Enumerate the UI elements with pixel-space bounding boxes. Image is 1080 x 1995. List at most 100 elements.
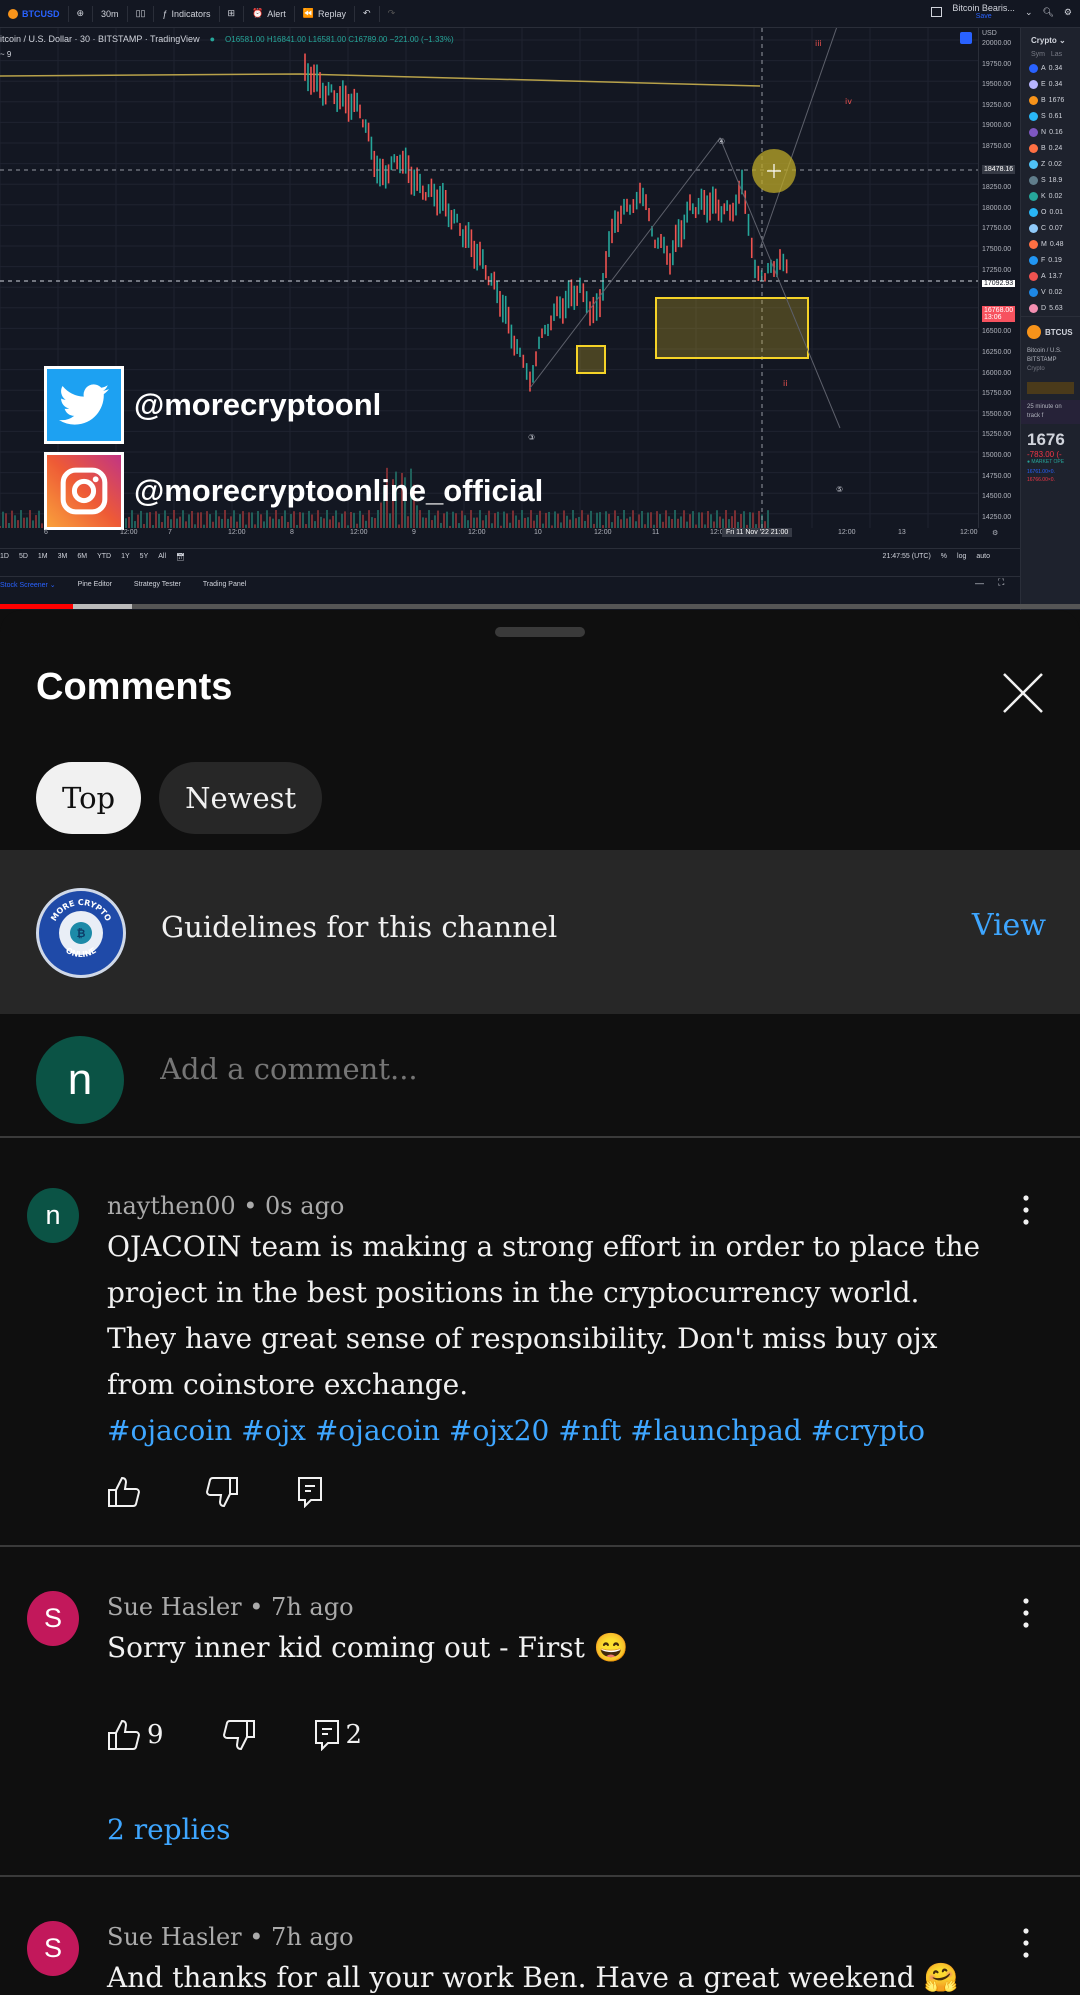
range-button-6m[interactable]: 6M (77, 553, 87, 560)
watchlist-row[interactable]: K 0.02 (1021, 188, 1080, 204)
interval-button[interactable]: 30m (93, 5, 128, 22)
time-tick-label: 8 (290, 529, 294, 536)
channel-guidelines[interactable]: ₿ MORE CRYPTO ONLINE Guidelines for this… (0, 850, 1080, 1014)
sort-top-chip[interactable]: Top (36, 762, 142, 834)
reply-button[interactable] (297, 1476, 329, 1508)
watchlist-row[interactable]: A 13.7 (1021, 268, 1080, 284)
watchlist-row[interactable]: F 0.19 (1021, 252, 1080, 268)
watchlist-row[interactable]: E 0.34 (1021, 76, 1080, 92)
auto-scale-icon[interactable] (960, 32, 972, 44)
news-snippet[interactable]: 25 minute on track f (1021, 400, 1080, 424)
log-scale-toggle[interactable]: log (957, 553, 966, 560)
add-symbol-button[interactable]: ⊕ (69, 5, 94, 22)
close-icon (1003, 673, 1043, 713)
like-button[interactable] (107, 1476, 147, 1508)
add-comment-input[interactable] (160, 1052, 1020, 1086)
gear-icon[interactable]: ⚙ (1064, 7, 1072, 18)
watchlist-row[interactable]: Z 0.02 (1021, 156, 1080, 172)
col-symbol[interactable]: Sym (1031, 51, 1045, 58)
instagram-icon (44, 452, 124, 530)
range-button-1d[interactable]: 1D (0, 553, 9, 560)
replay-button[interactable]: ⏪ Replay (295, 5, 356, 22)
layout-name-button[interactable]: Bitcoin Bearis... Save (952, 4, 1015, 21)
auto-scale-toggle[interactable]: auto (976, 553, 990, 560)
symbol-button[interactable]: BTCUSD (0, 5, 69, 22)
comment-more-button[interactable] (1018, 1595, 1034, 1631)
watchlist-row[interactable]: D 5.63 (1021, 300, 1080, 316)
comment-more-button[interactable] (1018, 1925, 1034, 1961)
alert-banner[interactable] (1027, 382, 1074, 394)
col-last[interactable]: Las (1051, 51, 1062, 58)
sort-newest-chip[interactable]: Newest (159, 762, 323, 834)
currency-label[interactable]: USD (982, 30, 997, 37)
watchlist-row[interactable]: N 0.16 (1021, 124, 1080, 140)
close-button[interactable] (1000, 670, 1046, 716)
range-button-ytd[interactable]: YTD (97, 553, 111, 560)
watchlist-row[interactable]: B 0.24 (1021, 140, 1080, 156)
watchlist-symbol: K (1041, 192, 1046, 200)
watchlist-symbol: S (1041, 176, 1046, 184)
price-tick-label: 19250.00 (982, 101, 1012, 109)
bottom-tab-pine-editor[interactable]: Pine Editor (78, 581, 112, 588)
templates-button[interactable]: ⊞ (220, 5, 245, 22)
dislike-button[interactable] (205, 1476, 239, 1508)
bottom-panel-tabs: Stock Screener ⌄ Pine Editor Strategy Test… (0, 576, 1020, 592)
watchlist-row[interactable]: S 18.9 (1021, 172, 1080, 188)
indicators-button[interactable]: ƒ Indicators (154, 5, 220, 22)
watchlist-row[interactable]: M 0.48 (1021, 236, 1080, 252)
drag-handle[interactable] (495, 627, 585, 637)
undo-button[interactable]: ↶ (355, 5, 380, 22)
comment-more-button[interactable] (1018, 1192, 1034, 1228)
watchlist-row[interactable]: A 0.34 (1021, 60, 1080, 76)
chart-type-button[interactable]: ▯▯ (128, 5, 155, 22)
comment-avatar[interactable]: S (27, 1591, 79, 1646)
guidelines-text: Guidelines for this channel (161, 910, 558, 944)
range-button-1y[interactable]: 1Y (121, 553, 130, 560)
minimize-icon[interactable]: — (975, 578, 984, 588)
maximize-icon[interactable]: ⛶ (998, 577, 1004, 588)
search-icon[interactable]: 🔍︎ (1042, 7, 1053, 18)
comment-avatar[interactable]: n (27, 1188, 79, 1243)
range-button-3m[interactable]: 3M (58, 553, 68, 560)
comment-avatar[interactable]: S (27, 1921, 79, 1976)
utc-clock[interactable]: 21:47:55 (UTC) (883, 553, 931, 560)
bottom-tab-trading-panel[interactable]: Trading Panel (203, 581, 246, 588)
watchlist-row[interactable]: O 0.01 (1021, 204, 1080, 220)
price-axis[interactable]: USD 20000.00 19750.00 19500.00 19250.00 1900… (978, 28, 1020, 528)
alert-button[interactable]: ⏰ Alert (244, 5, 295, 22)
range-button-5d[interactable]: 5D (19, 553, 28, 560)
time-axis[interactable]: 6 12:00 7 12:00 8 12:00 9 12:00 10 12:00 11 12:0 12:… (0, 528, 1020, 542)
axis-settings-icon[interactable]: ⚙ (992, 529, 998, 537)
watchlist-row[interactable]: B 1676 (1021, 92, 1080, 108)
video-player[interactable]: BTCUSD ⊕ 30m ▯▯ ƒ Indicators ⊞ ⏰ Alert ⏪… (0, 0, 1080, 610)
redo-button[interactable]: ↷ (380, 6, 404, 22)
range-button-all[interactable]: All (158, 553, 166, 560)
like-button[interactable]: 9 (107, 1719, 164, 1751)
reply-button[interactable]: 2 (314, 1719, 362, 1751)
view-guidelines-button[interactable]: View (972, 908, 1046, 943)
dislike-button[interactable] (222, 1719, 256, 1751)
chevron-down-icon[interactable]: ⌄ (1025, 7, 1033, 18)
watchlist-row[interactable]: V 0.02 (1021, 284, 1080, 300)
range-button-1m[interactable]: 1M (38, 553, 48, 560)
view-replies-button[interactable]: 2 replies (107, 1813, 230, 1846)
bottom-tab-strategy-tester[interactable]: Strategy Tester (134, 581, 181, 588)
rewind-icon: ⏪ (302, 8, 315, 18)
layout-icon[interactable] (931, 7, 943, 17)
price-tick-label: 14500.00 (982, 493, 1012, 501)
bottom-tab-stock-screener[interactable]: Stock Screener ⌄ (0, 581, 56, 589)
range-button-5y[interactable]: 5Y (140, 553, 149, 560)
price-tick-label: 19000.00 (982, 122, 1012, 130)
coin-icon (1029, 255, 1038, 265)
percent-scale-toggle[interactable]: % (941, 553, 947, 560)
comment-hashtags[interactable]: #ojacoin #ojx #ojacoin #ojx20 #nft #laun… (107, 1414, 925, 1447)
watchlist-row[interactable]: C 0.07 (1021, 220, 1080, 236)
video-progress-bar[interactable] (0, 604, 1080, 609)
watchlist-title[interactable]: Crypto (1031, 36, 1057, 45)
indicator-legend: ~ 9 (0, 50, 12, 59)
goto-date-icon[interactable]: 📅︎ (176, 553, 185, 561)
watchlist-row[interactable]: S 0.61 (1021, 108, 1080, 124)
crosshair-price-label: 18478.16 (982, 165, 1016, 175)
time-tick-label: 12:00 (120, 529, 138, 536)
watchlist-symbol: V (1041, 288, 1046, 296)
